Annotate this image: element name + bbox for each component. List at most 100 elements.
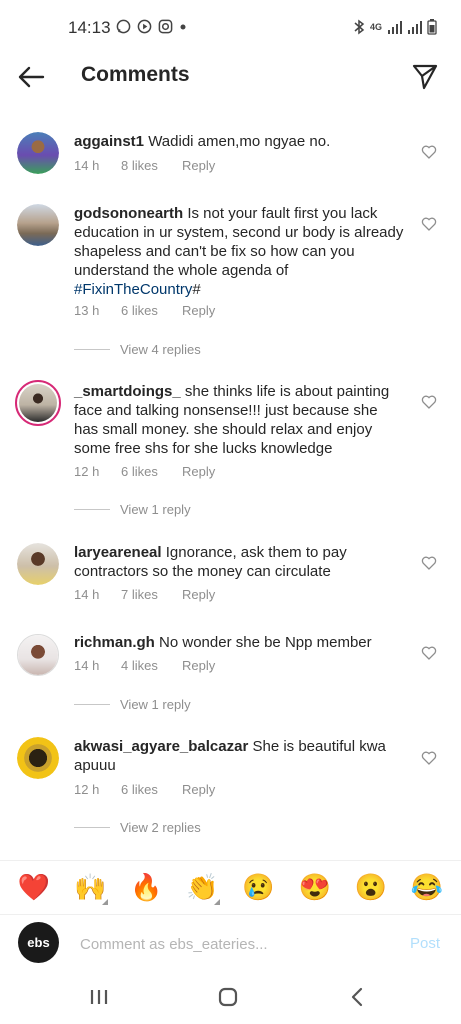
post-button[interactable]: Post [410, 935, 440, 952]
view-replies-button[interactable]: View 4 replies [74, 342, 201, 357]
comment-likes[interactable]: 6 likes [121, 303, 182, 318]
reply-button[interactable]: Reply [182, 303, 215, 318]
comment-text: laryeareneal Ignorance, ask them to pay … [74, 543, 404, 581]
battery-icon [427, 19, 437, 35]
comment-likes[interactable]: 6 likes [121, 782, 182, 797]
emoji-surprised-button[interactable]: 😮 [351, 872, 391, 903]
divider-line [74, 827, 110, 828]
avatar[interactable] [17, 132, 59, 174]
whatsapp-icon [116, 19, 131, 34]
comment-input[interactable] [80, 933, 390, 955]
recent-apps-icon[interactable] [87, 985, 111, 1009]
skin-tone-indicator [214, 899, 221, 905]
comment-content-tail: # [192, 281, 201, 298]
comment-likes[interactable]: 8 likes [121, 158, 182, 173]
status-time: 14:13 [68, 18, 111, 37]
view-replies-label[interactable]: View 1 reply [120, 502, 191, 517]
home-icon[interactable] [216, 985, 240, 1009]
reply-button[interactable]: Reply [182, 587, 215, 602]
emoji-raised-hands-button[interactable]: 🙌 [70, 872, 110, 905]
comment-username[interactable]: aggainst1 [74, 133, 144, 150]
emoji-clap-glyph: 👏 [186, 872, 219, 902]
comment-time: 13 h [74, 303, 100, 318]
emoji-raised-hands-glyph: 🙌 [74, 872, 107, 902]
header: Comments [0, 58, 461, 96]
view-replies-label[interactable]: View 2 replies [120, 820, 201, 835]
divider-line [74, 509, 110, 510]
comment-likes[interactable]: 7 likes [121, 587, 182, 602]
signal-icon [388, 21, 402, 34]
heart-icon[interactable] [421, 555, 437, 571]
send-icon[interactable] [411, 62, 439, 90]
status-bar: 14:13 4G [0, 0, 461, 58]
emoji-fire-button[interactable]: 🔥 [126, 872, 166, 903]
comment-meta: 12 h 6 likes Reply [74, 464, 215, 479]
reply-button[interactable]: Reply [182, 782, 215, 797]
comment-username[interactable]: akwasi_agyare_balcazar [74, 738, 248, 755]
emoji-heart-button[interactable]: ❤️ [14, 872, 54, 903]
status-system-icons: 4G [353, 19, 437, 35]
heart-icon[interactable] [421, 645, 437, 661]
comment-meta: 13 h 6 likes Reply [74, 303, 215, 318]
divider-line [74, 349, 110, 350]
view-replies-button[interactable]: View 1 reply [74, 502, 191, 517]
comment-text: _smartdoings_ she thinks life is about p… [74, 382, 404, 458]
comment-likes[interactable]: 4 likes [121, 658, 182, 673]
heart-icon[interactable] [421, 750, 437, 766]
reply-button[interactable]: Reply [182, 658, 215, 673]
view-replies-label[interactable]: View 4 replies [120, 342, 201, 357]
emoji-laughing-button[interactable]: 😂 [407, 872, 447, 903]
dot-icon [180, 24, 186, 29]
comment-text: akwasi_agyare_balcazar She is beautiful … [74, 737, 404, 775]
comment-time: 12 h [74, 464, 100, 479]
comment-username[interactable]: _smartdoings_ [74, 383, 181, 400]
comment-time: 14 h [74, 158, 100, 173]
comment-meta: 14 h 7 likes Reply [74, 587, 215, 602]
emoji-crying-button[interactable]: 😢 [239, 872, 279, 903]
comment-time: 14 h [74, 658, 100, 673]
view-replies-button[interactable]: View 1 reply [74, 697, 191, 712]
avatar[interactable] [15, 380, 61, 426]
comment-username[interactable]: richman.gh [74, 634, 155, 651]
view-replies-label[interactable]: View 1 reply [120, 697, 191, 712]
emoji-clap-button[interactable]: 👏 [182, 872, 222, 905]
comment-likes[interactable]: 6 likes [121, 464, 182, 479]
system-nav-bar [0, 970, 461, 1024]
page-title: Comments [81, 63, 190, 86]
play-icon [137, 19, 152, 34]
reply-button[interactable]: Reply [182, 464, 215, 479]
my-avatar: ebs [18, 922, 59, 963]
comment-meta: 14 h 8 likes Reply [74, 158, 215, 173]
emoji-reaction-bar: ❤️ 🙌 🔥 👏 😢 😍 😮 😂 [0, 860, 461, 914]
hashtag-link[interactable]: #FixinTheCountry [74, 281, 192, 298]
network-type: 4G [369, 22, 382, 32]
reply-button[interactable]: Reply [182, 158, 215, 173]
bluetooth-icon [354, 19, 365, 35]
comment-meta: 12 h 6 likes Reply [74, 782, 215, 797]
comment-username[interactable]: godsononearth [74, 205, 183, 222]
avatar[interactable] [17, 204, 59, 246]
view-replies-button[interactable]: View 2 replies [74, 820, 201, 835]
comment-content: Wadidi amen,mo ngyae no. [148, 133, 331, 150]
comment-time: 12 h [74, 782, 100, 797]
heart-icon[interactable] [421, 394, 437, 410]
comment-meta: 14 h 4 likes Reply [74, 658, 215, 673]
skin-tone-indicator [102, 899, 109, 905]
comment-text: godsononearth Is not your fault first yo… [74, 204, 404, 299]
status-notification-icons [116, 19, 187, 34]
avatar[interactable] [17, 543, 59, 585]
heart-icon[interactable] [421, 144, 437, 160]
divider-line [74, 704, 110, 705]
avatar[interactable] [17, 634, 59, 676]
heart-icon[interactable] [421, 216, 437, 232]
back-icon[interactable] [346, 985, 370, 1009]
avatar[interactable] [17, 737, 59, 779]
comment-username[interactable]: laryeareneal [74, 544, 162, 561]
comment-composer: ebs Post [0, 914, 461, 970]
emoji-heart-eyes-button[interactable]: 😍 [295, 872, 335, 903]
comment-text: richman.gh No wonder she be Npp member [74, 633, 404, 652]
comment-content: No wonder she be Npp member [159, 634, 372, 651]
comment-text: aggainst1 Wadidi amen,mo ngyae no. [74, 132, 404, 151]
signal-icon [408, 21, 422, 34]
back-arrow-icon[interactable] [16, 62, 46, 92]
